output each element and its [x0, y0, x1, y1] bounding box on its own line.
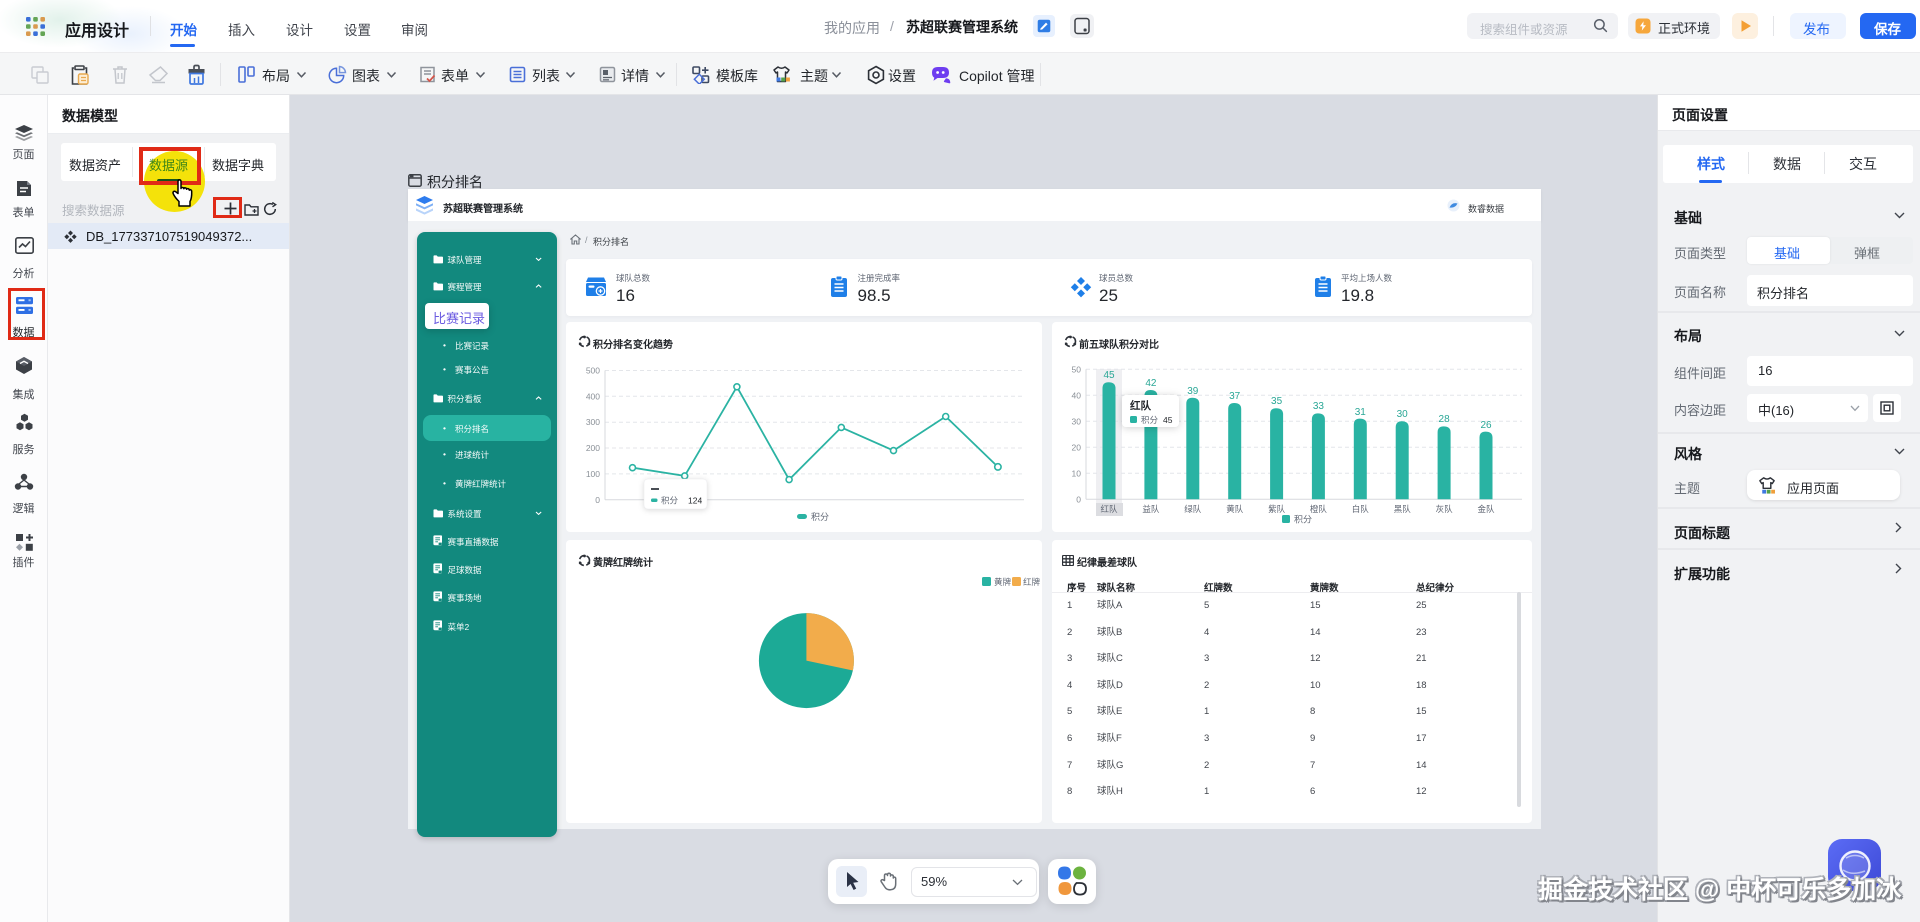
svg-text:500: 500 — [586, 366, 600, 376]
svg-text:30: 30 — [1072, 417, 1082, 427]
svg-text:金队: 金队 — [1477, 504, 1495, 514]
svg-text:45: 45 — [1163, 415, 1173, 425]
svg-text:300: 300 — [586, 417, 600, 427]
svg-text:0: 0 — [595, 495, 600, 505]
svg-text:红牌: 红牌 — [1023, 577, 1041, 587]
svg-text:绿队: 绿队 — [1184, 504, 1202, 514]
svg-text:白队: 白队 — [1352, 504, 1370, 514]
svg-text:30: 30 — [1397, 409, 1409, 420]
svg-text:35: 35 — [1271, 396, 1283, 407]
svg-text:积分: 积分 — [1294, 514, 1312, 525]
svg-text:益队: 益队 — [1142, 504, 1160, 514]
svg-text:26: 26 — [1480, 420, 1492, 431]
svg-text:33: 33 — [1313, 401, 1325, 412]
svg-text:40: 40 — [1072, 391, 1082, 401]
svg-text:28: 28 — [1439, 414, 1451, 425]
svg-text:45: 45 — [1103, 370, 1115, 381]
svg-text:紫队: 紫队 — [1268, 504, 1286, 514]
svg-text:红队: 红队 — [1100, 504, 1118, 514]
svg-text:37: 37 — [1229, 391, 1241, 402]
svg-text:0: 0 — [1076, 495, 1081, 505]
svg-text:400: 400 — [586, 392, 600, 402]
svg-text:100: 100 — [586, 469, 600, 479]
svg-text:黑队: 黑队 — [1394, 504, 1412, 514]
svg-text:积分: 积分 — [661, 496, 679, 506]
svg-text:橙队: 橙队 — [1310, 504, 1328, 514]
svg-text:124: 124 — [688, 496, 702, 506]
svg-text:红队: 红队 — [1130, 399, 1152, 412]
svg-text:积分: 积分 — [1141, 415, 1159, 425]
svg-text:10: 10 — [1072, 469, 1082, 479]
svg-text:黄牌: 黄牌 — [994, 577, 1012, 587]
svg-text:黄队: 黄队 — [1226, 504, 1244, 514]
svg-text:39: 39 — [1187, 386, 1199, 397]
svg-text:50: 50 — [1072, 365, 1082, 375]
svg-text:42: 42 — [1145, 378, 1157, 389]
svg-text:31: 31 — [1355, 407, 1367, 418]
svg-text:200: 200 — [586, 443, 600, 453]
svg-text:20: 20 — [1072, 443, 1082, 453]
svg-text:灰队: 灰队 — [1436, 504, 1454, 514]
svg-text:积分: 积分 — [811, 511, 829, 522]
